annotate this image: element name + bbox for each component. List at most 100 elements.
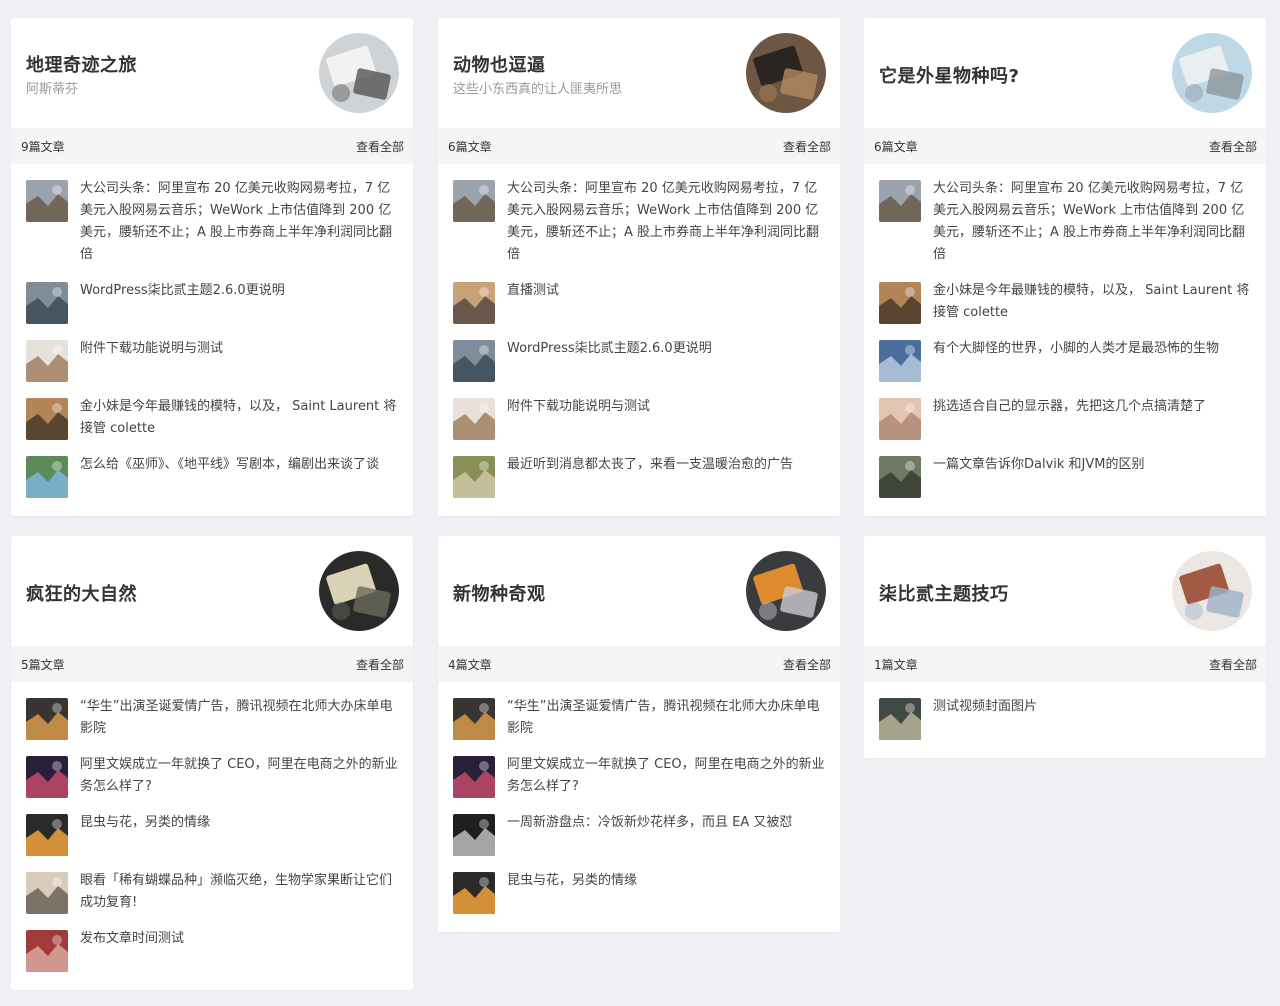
list-item[interactable]: 挑选适合自己的显示器，先把这几个点搞清楚了 [864,396,1266,440]
list-item[interactable]: 一周新游盘点：冷饭新炒花样多，而且 EA 又被怼 [438,812,840,856]
card-cover-image[interactable] [1172,551,1252,631]
list-item[interactable]: 金小妹是今年最赚钱的模特，以及， Saint Laurent 将接管 colet… [11,396,413,440]
article-thumbnail[interactable] [879,180,921,222]
article-title[interactable]: 挑选适合自己的显示器，先把这几个点搞清楚了 [933,396,1206,418]
list-item[interactable]: WordPress柒比贰主题2.6.0更说明 [438,338,840,382]
list-item[interactable]: 有个大脚怪的世界，小脚的人类才是最恐怖的生物 [864,338,1266,382]
card-cover-image[interactable] [746,551,826,631]
article-title[interactable]: 一篇文章告诉你Dalvik 和JVM的区别 [933,454,1145,476]
article-title[interactable]: WordPress柒比贰主题2.6.0更说明 [80,280,285,302]
list-item[interactable]: 直播测试 [438,280,840,324]
card-header: 它是外星物种吗? [864,18,1266,128]
article-thumbnail[interactable] [453,398,495,440]
article-title[interactable]: 昆虫与花，另类的情缘 [80,812,210,834]
article-thumbnail[interactable] [879,456,921,498]
list-item[interactable]: 怎么给《巫师》、《地平线》写剧本，编剧出来谈了谈 [11,454,413,498]
view-all-link[interactable]: 查看全部 [1209,656,1257,673]
view-all-link[interactable]: 查看全部 [356,656,404,673]
article-title[interactable]: 附件下载功能说明与测试 [80,338,223,360]
article-title[interactable]: “华生”出演圣诞爱情广告，腾讯视频在北师大办床单电影院 [80,696,398,740]
article-thumbnail[interactable] [453,282,495,324]
article-title[interactable]: 大公司头条：阿里宣布 20 亿美元收购网易考拉，7 亿美元入股网易云音乐；WeW… [80,178,398,266]
list-item[interactable]: 最近听到消息都太丧了，来看一支温暖治愈的广告 [438,454,840,498]
card-title[interactable]: 疯狂的大自然 [26,580,137,606]
list-item[interactable]: 大公司头条：阿里宣布 20 亿美元收购网易考拉，7 亿美元入股网易云音乐；WeW… [11,178,413,266]
article-thumbnail[interactable] [26,698,68,740]
article-thumbnail[interactable] [453,698,495,740]
list-item[interactable]: 阿里文娱成立一年就换了 CEO，阿里在电商之外的新业务怎么样了? [438,754,840,798]
list-item[interactable]: WordPress柒比贰主题2.6.0更说明 [11,280,413,324]
article-thumbnail[interactable] [26,756,68,798]
article-thumbnail[interactable] [26,398,68,440]
card-subtitle: 这些小东西真的让人匪夷所思 [453,82,623,97]
view-all-link[interactable]: 查看全部 [783,138,831,155]
article-title[interactable]: 附件下载功能说明与测试 [507,396,650,418]
article-thumbnail[interactable] [453,340,495,382]
article-title[interactable]: “华生”出演圣诞爱情广告，腾讯视频在北师大办床单电影院 [507,696,825,740]
card-cover-image[interactable] [746,33,826,113]
article-title[interactable]: 阿里文娱成立一年就换了 CEO，阿里在电商之外的新业务怎么样了? [80,754,398,798]
article-title[interactable]: 发布文章时间测试 [80,928,184,950]
list-item[interactable]: 测试视频封面图片 [864,696,1266,740]
view-all-link[interactable]: 查看全部 [356,138,404,155]
card-cover-image[interactable] [319,551,399,631]
article-count: 1篇文章 [874,657,918,672]
article-thumbnail[interactable] [453,180,495,222]
article-title[interactable]: 直播测试 [507,280,559,302]
article-thumbnail[interactable] [879,398,921,440]
list-item[interactable]: 昆虫与花，另类的情缘 [11,812,413,856]
list-item[interactable]: 附件下载功能说明与测试 [11,338,413,382]
article-title[interactable]: 一周新游盘点：冷饭新炒花样多，而且 EA 又被怼 [507,812,792,834]
article-title[interactable]: 昆虫与花，另类的情缘 [507,870,637,892]
article-title[interactable]: 测试视频封面图片 [933,696,1037,718]
article-thumbnail[interactable] [26,872,68,914]
article-thumbnail[interactable] [26,180,68,222]
article-title[interactable]: WordPress柒比贰主题2.6.0更说明 [507,338,712,360]
article-thumbnail[interactable] [453,872,495,914]
list-item[interactable]: 附件下载功能说明与测试 [438,396,840,440]
list-item[interactable]: 金小妹是今年最赚钱的模特，以及， Saint Laurent 将接管 colet… [864,280,1266,324]
card-cover-image[interactable] [1172,33,1252,113]
list-item[interactable]: “华生”出演圣诞爱情广告，腾讯视频在北师大办床单电影院 [11,696,413,740]
list-item[interactable]: “华生”出演圣诞爱情广告，腾讯视频在北师大办床单电影院 [438,696,840,740]
card-title[interactable]: 新物种奇观 [453,580,546,606]
list-item[interactable]: 阿里文娱成立一年就换了 CEO，阿里在电商之外的新业务怎么样了? [11,754,413,798]
view-all-link[interactable]: 查看全部 [783,656,831,673]
list-item[interactable]: 大公司头条：阿里宣布 20 亿美元收购网易考拉，7 亿美元入股网易云音乐；WeW… [864,178,1266,266]
article-title[interactable]: 眼看「稀有蝴蝶品种」濒临灭绝，生物学家果断让它们成功复育! [80,870,398,914]
card-title[interactable]: 地理奇迹之旅 [26,51,137,77]
article-thumbnail[interactable] [879,282,921,324]
article-title[interactable]: 大公司头条：阿里宣布 20 亿美元收购网易考拉，7 亿美元入股网易云音乐；WeW… [933,178,1251,266]
article-title[interactable]: 最近听到消息都太丧了，来看一支温暖治愈的广告 [507,454,793,476]
article-thumbnail[interactable] [453,456,495,498]
list-item[interactable]: 大公司头条：阿里宣布 20 亿美元收购网易考拉，7 亿美元入股网易云音乐；WeW… [438,178,840,266]
article-title[interactable]: 金小妹是今年最赚钱的模特，以及， Saint Laurent 将接管 colet… [933,280,1251,324]
article-thumbnail[interactable] [26,930,68,972]
article-thumbnail[interactable] [453,814,495,856]
card-title[interactable]: 柒比贰主题技巧 [879,580,1009,606]
article-thumbnail[interactable] [26,282,68,324]
list-item[interactable]: 一篇文章告诉你Dalvik 和JVM的区别 [864,454,1266,498]
article-title[interactable]: 有个大脚怪的世界，小脚的人类才是最恐怖的生物 [933,338,1219,360]
card-title[interactable]: 它是外星物种吗? [879,62,1019,88]
card-meta-bar: 4篇文章 查看全部 [438,646,840,682]
card-title[interactable]: 动物也逗逼 [453,51,546,77]
list-item[interactable]: 发布文章时间测试 [11,928,413,972]
card-cover-image[interactable] [319,33,399,113]
article-thumbnail[interactable] [879,340,921,382]
article-title[interactable]: 大公司头条：阿里宣布 20 亿美元收购网易考拉，7 亿美元入股网易云音乐；WeW… [507,178,825,266]
article-title[interactable]: 阿里文娱成立一年就换了 CEO，阿里在电商之外的新业务怎么样了? [507,754,825,798]
card-meta-bar: 6篇文章 查看全部 [438,128,840,164]
article-title[interactable]: 怎么给《巫师》、《地平线》写剧本，编剧出来谈了谈 [80,454,379,476]
article-thumbnail[interactable] [26,456,68,498]
article-thumbnail[interactable] [26,814,68,856]
list-item[interactable]: 昆虫与花，另类的情缘 [438,870,840,914]
article-thumbnail[interactable] [879,698,921,740]
view-all-link[interactable]: 查看全部 [1209,138,1257,155]
article-thumbnail[interactable] [26,340,68,382]
list-item[interactable]: 眼看「稀有蝴蝶品种」濒临灭绝，生物学家果断让它们成功复育! [11,870,413,914]
article-thumbnail[interactable] [453,756,495,798]
topic-card: 它是外星物种吗? 6篇文章 查看全部 大公司头条：阿里宣布 20 亿美元收购网易考拉，… [864,18,1266,516]
article-title[interactable]: 金小妹是今年最赚钱的模特，以及， Saint Laurent 将接管 colet… [80,396,398,440]
article-count: 6篇文章 [448,139,492,154]
